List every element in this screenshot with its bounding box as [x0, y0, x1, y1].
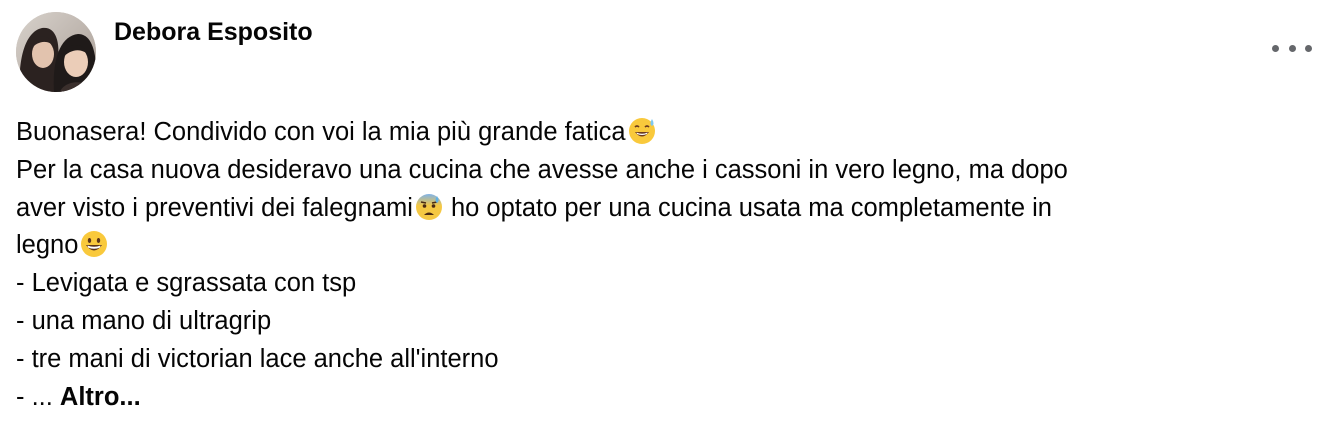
grinning-face-with-sweat-emoji [628, 118, 655, 144]
anxious-face-with-sweat-emoji [415, 193, 442, 220]
avatar-photo [16, 12, 96, 92]
text-segment: - Levigata e sgrassata con tsp [16, 269, 357, 298]
post-text-line: - tre mani di victorian lace anche all'i… [16, 341, 1306, 379]
text-segment: - una mano di ultragrip [16, 306, 272, 335]
dot [1305, 44, 1312, 52]
post-text: Buonasera! Condivido con voi la mia più … [16, 114, 1306, 416]
post-text-line: - una mano di ultragrip [16, 303, 1306, 341]
text-segment: Buonasera! Condivido con voi la mia più … [16, 118, 626, 146]
post-text-line: Per la casa nuova desideravo una cucina … [16, 152, 1306, 190]
dot [1288, 44, 1296, 52]
dot [1272, 44, 1279, 52]
text-segment: aver visto i preventivi dei falegnami [16, 193, 413, 222]
post-card: Debora Esposito Buonasera! Condivido con… [0, 0, 1342, 425]
text-segment: Per la casa nuova desideravo una cucina … [16, 155, 1068, 184]
post-text-line: Buonasera! Condivido con voi la mia più … [16, 114, 1306, 152]
more-options-icon[interactable] [1272, 38, 1312, 58]
post-text-line: - Levigata e sgrassata con tsp [16, 265, 1306, 303]
text-segment: - ... [16, 382, 60, 411]
see-more-link[interactable]: Altro... [60, 383, 141, 411]
author-avatar[interactable] [16, 12, 96, 92]
text-segment: legno [16, 231, 79, 260]
text-segment: - tre mani di victorian lace anche all'i… [16, 344, 499, 373]
grinning-face-emoji [81, 231, 108, 258]
post-text-line: legno [16, 227, 1306, 265]
author-name[interactable]: Debora Esposito [114, 16, 313, 48]
post-text-line: aver visto i preventivi dei falegnami ho… [16, 190, 1306, 228]
post-text-line: - ... Altro... [16, 379, 1306, 417]
text-segment: ho optato per una cucina usata ma comple… [443, 193, 1052, 222]
